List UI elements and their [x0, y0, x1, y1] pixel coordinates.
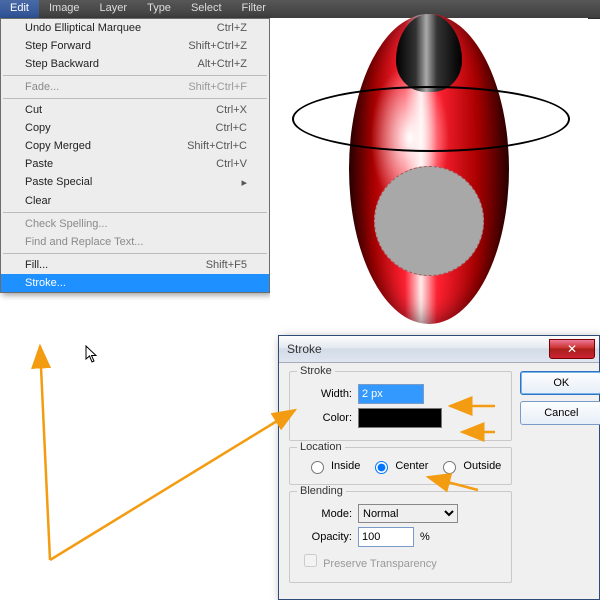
preserve-transparency: Preserve Transparency — [300, 551, 437, 570]
menu-item-stroke[interactable]: Stroke... — [1, 274, 269, 292]
stroke-legend: Stroke — [297, 365, 335, 377]
selection-ellipse — [292, 86, 570, 152]
menu-item-copy-merged[interactable]: Copy MergedShift+Ctrl+C — [1, 137, 269, 155]
radio-center[interactable]: Center — [370, 458, 428, 474]
cursor-icon — [85, 345, 99, 365]
dialog-title: Stroke — [279, 342, 549, 356]
menu-item-cut[interactable]: CutCtrl+X — [1, 101, 269, 119]
width-label: Width: — [300, 388, 352, 400]
menu-item-copy[interactable]: CopyCtrl+C — [1, 119, 269, 137]
ok-button[interactable]: OK — [520, 371, 600, 395]
menu-item-fill[interactable]: Fill...Shift+F5 — [1, 256, 269, 274]
menu-item-paste[interactable]: PasteCtrl+V — [1, 155, 269, 173]
dialog-title-bar: Stroke ✕ — [279, 336, 599, 363]
menu-image[interactable]: Image — [39, 0, 90, 18]
blending-group: Blending Mode: Normal Opacity: % Preserv… — [289, 491, 512, 583]
menu-item-clear[interactable]: Clear — [1, 192, 269, 210]
cancel-button[interactable]: Cancel — [520, 401, 600, 425]
blending-legend: Blending — [297, 485, 346, 497]
canvas — [270, 18, 588, 328]
menu-edit[interactable]: Edit — [0, 0, 39, 18]
color-label: Color: — [300, 412, 352, 424]
menu-bar: Edit Image Layer Type Select Filter — [0, 0, 600, 19]
menu-item-step-backward[interactable]: Step BackwardAlt+Ctrl+Z — [1, 55, 269, 73]
menu-select[interactable]: Select — [181, 0, 232, 18]
width-input[interactable] — [358, 384, 424, 404]
menu-type[interactable]: Type — [137, 0, 181, 18]
radio-outside[interactable]: Outside — [438, 458, 501, 474]
color-swatch[interactable] — [358, 408, 442, 428]
menu-item-paste-special[interactable]: Paste Special▸ — [1, 173, 269, 192]
menu-item-check-spelling: Check Spelling... — [1, 215, 269, 233]
radio-inside[interactable]: Inside — [306, 458, 360, 474]
menu-layer[interactable]: Layer — [90, 0, 138, 18]
gray-circle — [374, 166, 484, 276]
stroke-dialog: Stroke ✕ Stroke Width: Color: Location I… — [278, 335, 600, 600]
mode-select[interactable]: Normal — [358, 504, 458, 523]
stroke-group: Stroke Width: Color: — [289, 371, 512, 441]
edit-dropdown: Undo Elliptical MarqueeCtrl+ZStep Forwar… — [0, 18, 270, 293]
close-icon[interactable]: ✕ — [549, 339, 595, 359]
location-legend: Location — [297, 441, 345, 453]
location-group: Location Inside Center Outside — [289, 447, 512, 485]
mode-label: Mode: — [300, 508, 352, 520]
opacity-label: Opacity: — [300, 531, 352, 543]
menu-item-fade: Fade...Shift+Ctrl+F — [1, 78, 269, 96]
opacity-suffix: % — [420, 531, 430, 543]
opacity-input[interactable] — [358, 527, 414, 547]
menu-filter[interactable]: Filter — [232, 0, 276, 18]
menu-item-undo-elliptical-marquee[interactable]: Undo Elliptical MarqueeCtrl+Z — [1, 19, 269, 37]
menu-item-step-forward[interactable]: Step ForwardShift+Ctrl+Z — [1, 37, 269, 55]
menu-item-find-and-replace-text: Find and Replace Text... — [1, 233, 269, 251]
